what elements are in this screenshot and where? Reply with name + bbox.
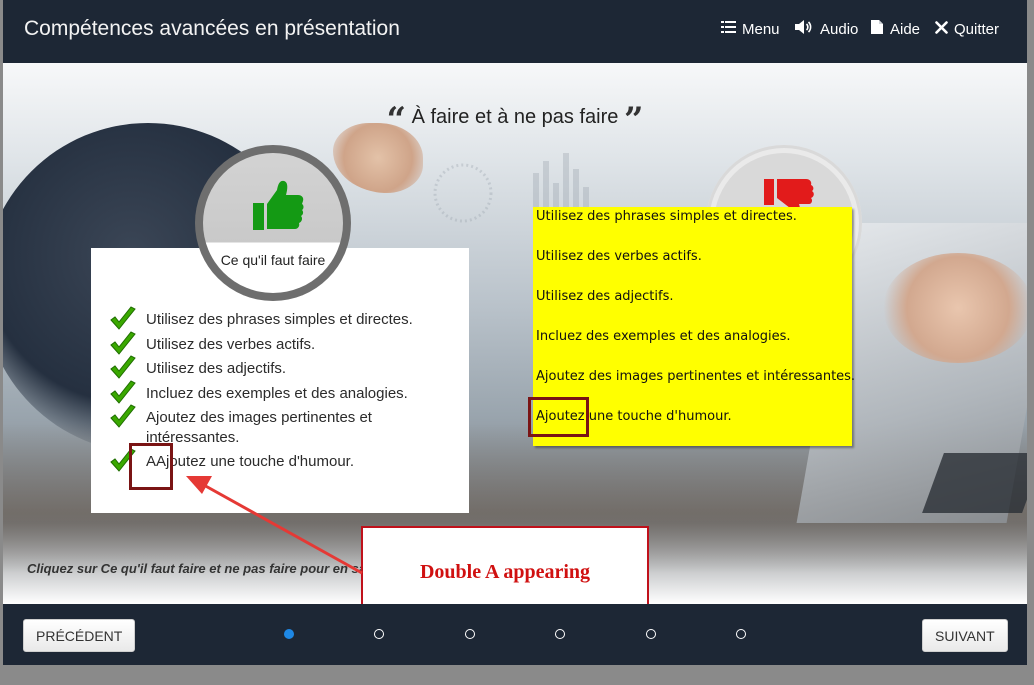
top-bar: Compétences avancées en présentation Men… (3, 0, 1027, 63)
checkmark-icon (110, 306, 136, 330)
quit-label: Quitter (954, 20, 1000, 38)
checkmark-icon (110, 404, 136, 428)
highlight-item: Ajoutez des images pertinentes et intére… (536, 369, 856, 384)
list-item: Utilisez des phrases simples et directes… (109, 306, 449, 330)
close-quote-glyph: ” (623, 100, 644, 140)
page-dot[interactable] (646, 629, 656, 639)
menu-label: Menu (742, 20, 780, 38)
slide-title-text: À faire et à ne pas faire (411, 106, 619, 128)
page-dot[interactable] (374, 629, 384, 639)
list-icon (721, 20, 736, 38)
audio-button[interactable]: Audio (794, 19, 858, 39)
previous-button[interactable]: PRÉCÉDENT (23, 619, 136, 652)
help-label: Aide (890, 20, 921, 38)
checkmark-icon (110, 330, 136, 355)
slide-title: “ À faire et à ne pas faire ” (3, 100, 1027, 140)
annotation-callout-text: Double A appearing (419, 561, 591, 583)
annotation-highlight-box-correct (528, 397, 589, 437)
instruction-text: Cliquez sur Ce qu'il faut faire et ne pa… (27, 561, 382, 576)
checkmark-icon (110, 379, 136, 404)
bottom-bar: PRÉCÉDENT SUIVANT (3, 604, 1027, 665)
list-item-text: Ajoutez des images pertinentes et intére… (146, 409, 372, 446)
list-item: Ajoutez des images pertinentes et intére… (109, 404, 449, 447)
list-item: Incluez des exemples et des analogies. (109, 379, 449, 404)
course-player: Compétences avancées en présentation Men… (3, 0, 1027, 665)
background-photo-right-hand (883, 253, 1027, 363)
close-icon (935, 20, 948, 38)
audio-label: Audio (820, 20, 859, 38)
annotation-highlight-box-double-a (129, 443, 173, 490)
page-dot[interactable] (284, 629, 294, 639)
do-toggle-face: Ce qu'il faut faire (203, 153, 343, 293)
quit-button[interactable]: Quitter (935, 19, 999, 39)
list-item-text: Utilisez des verbes actifs. (146, 335, 316, 353)
list-item-text: Utilisez des adjectifs. (146, 360, 287, 377)
list-item-text: AAjoutez une touche d'humour. (146, 453, 355, 470)
do-label: Ce qu'il faut faire (220, 252, 326, 268)
speaker-icon (794, 19, 814, 39)
open-quote-glyph: “ (386, 100, 407, 140)
list-item-text: Incluez des exemples et des analogies. (146, 384, 408, 402)
highlight-item: Utilisez des verbes actifs. (536, 249, 702, 264)
highlight-item: Utilisez des phrases simples et directes… (536, 209, 797, 224)
page-dot[interactable] (555, 629, 565, 639)
course-title: Compétences avancées en présentation (24, 17, 400, 40)
next-button[interactable]: SUIVANT (922, 619, 1008, 652)
help-button[interactable]: Aide (870, 19, 920, 39)
thumbs-up-icon (253, 180, 304, 230)
highlight-item: Utilisez des adjectifs. (536, 289, 674, 304)
checkmark-icon (110, 355, 136, 379)
document-icon (870, 19, 884, 39)
list-item-text: Utilisez des phrases simples et directes… (146, 311, 413, 328)
page-dot[interactable] (736, 629, 746, 639)
menu-button[interactable]: Menu (721, 19, 780, 39)
do-toggle-button[interactable]: Ce qu'il faut faire (195, 145, 351, 301)
page-dot[interactable] (465, 629, 475, 639)
list-item: Utilisez des verbes actifs. (109, 330, 449, 355)
highlight-item: Incluez des exemples et des analogies. (536, 329, 791, 344)
list-item: Utilisez des adjectifs. (109, 355, 449, 379)
